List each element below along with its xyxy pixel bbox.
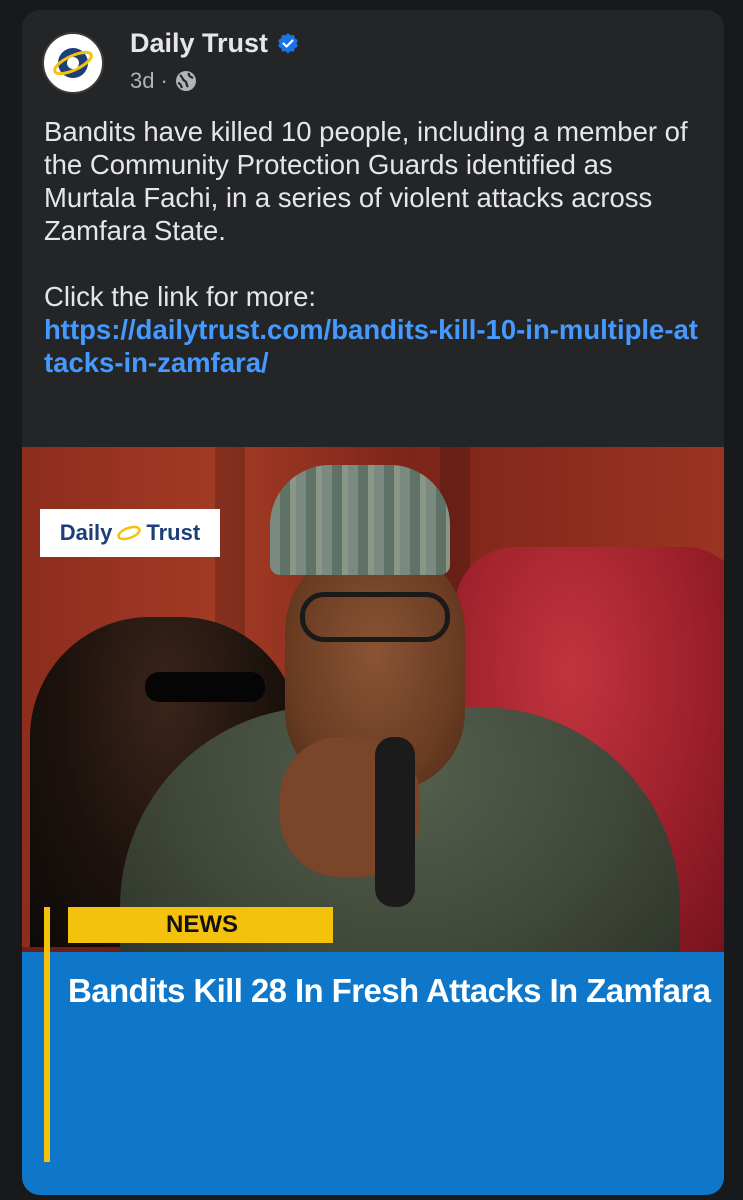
microphone: [375, 737, 415, 907]
sunglasses: [145, 672, 265, 702]
daily-trust-logo-icon: [53, 48, 93, 78]
logo-word-right: Trust: [146, 520, 201, 545]
meta-separator: ·: [160, 68, 168, 93]
post-meta: 3d ·: [130, 68, 198, 94]
verified-badge-icon: [278, 32, 298, 54]
logo-word-left: Daily: [59, 520, 113, 545]
embroidered-cap: [270, 465, 450, 575]
eyeglasses: [300, 592, 450, 642]
page-name[interactable]: Daily Trust: [130, 28, 300, 59]
logo-swirl-icon: [117, 525, 142, 541]
accent-bar: [44, 907, 50, 1162]
article-link[interactable]: https://dailytrust.com/bandits-kill-10-i…: [44, 313, 704, 379]
daily-trust-watermark: Daily Trust: [40, 509, 220, 557]
post-body: Bandits have killed 10 people, including…: [44, 115, 704, 379]
globe-icon: [175, 71, 196, 91]
post-cta-text: Click the link for more:: [44, 281, 317, 312]
news-tag: NEWS: [68, 907, 333, 943]
image-headline: Bandits Kill 28 In Fresh Attacks In Zamf…: [68, 972, 711, 1009]
post-card: Daily Trust 3d · Bandits have killed 10 …: [22, 10, 724, 1195]
post-image[interactable]: Daily Trust NEWS Bandits Kill 28 In Fres…: [22, 447, 724, 1195]
post-header: Daily Trust 3d ·: [42, 28, 702, 98]
page-avatar[interactable]: [42, 32, 104, 94]
page-name-text[interactable]: Daily Trust: [130, 28, 268, 59]
post-timestamp[interactable]: 3d: [130, 68, 154, 94]
post-paragraph: Bandits have killed 10 people, including…: [44, 116, 688, 246]
